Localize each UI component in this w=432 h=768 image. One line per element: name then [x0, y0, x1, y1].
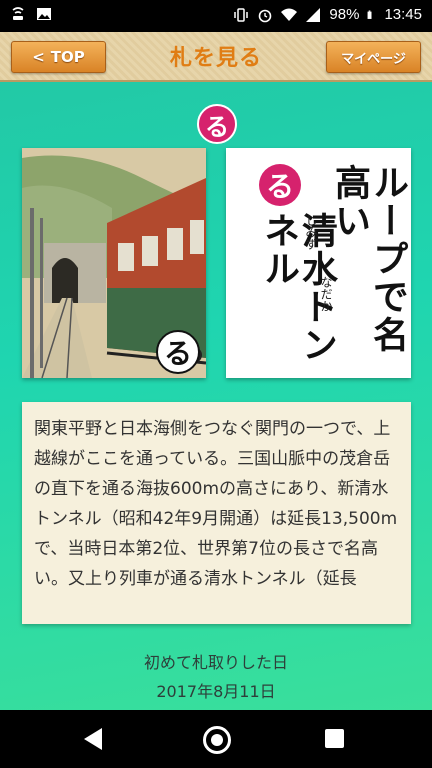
- card-letter-marker: る: [197, 104, 237, 144]
- vibrate-icon: [234, 7, 249, 22]
- image-icon: [37, 8, 51, 20]
- recent-apps-icon[interactable]: [325, 729, 344, 748]
- status-bar: 98% 13:45: [0, 0, 432, 32]
- battery-icon: [368, 10, 372, 19]
- picture-card-letter: る: [156, 330, 200, 374]
- ruby-nadaka: なだか: [319, 276, 333, 312]
- first-acquired-label: 初めて札取りした日: [143, 653, 288, 672]
- description-box[interactable]: 関東平野と日本海側をつなぐ関門の一つで、上越線がここを通っている。三国山脈中の茂…: [22, 402, 411, 624]
- wifi-call-icon: [12, 7, 24, 20]
- ruby-shimizu: しみず: [304, 214, 318, 250]
- reading-card-letter: る: [259, 164, 301, 206]
- picture-card[interactable]: る: [22, 148, 206, 378]
- navigation-bar: [0, 710, 432, 768]
- reading-card[interactable]: る ループで名高い 清水トンネル なだか しみず: [226, 148, 411, 378]
- header: < TOP 札を見る マイページ: [0, 32, 432, 82]
- description-text: 関東平野と日本海側をつなぐ関門の一つで、上越線がここを通っている。三国山脈中の茂…: [34, 419, 398, 589]
- wifi-icon: [281, 8, 298, 21]
- signal-icon: [306, 7, 321, 22]
- mypage-button[interactable]: マイページ: [326, 41, 421, 73]
- main-content: る る る ループで名高い 清水トンネル なだか しみず 関東平野と日本海側をつ…: [0, 82, 432, 710]
- first-acquired-date: 2017年8月11日: [156, 682, 276, 701]
- alarm-icon: [259, 9, 272, 22]
- clock: 13:45: [384, 6, 422, 23]
- reading-line-1: ループで名高い: [329, 164, 409, 354]
- home-icon[interactable]: [203, 726, 231, 754]
- back-icon[interactable]: [84, 728, 102, 750]
- battery-percent: 98%: [329, 6, 360, 23]
